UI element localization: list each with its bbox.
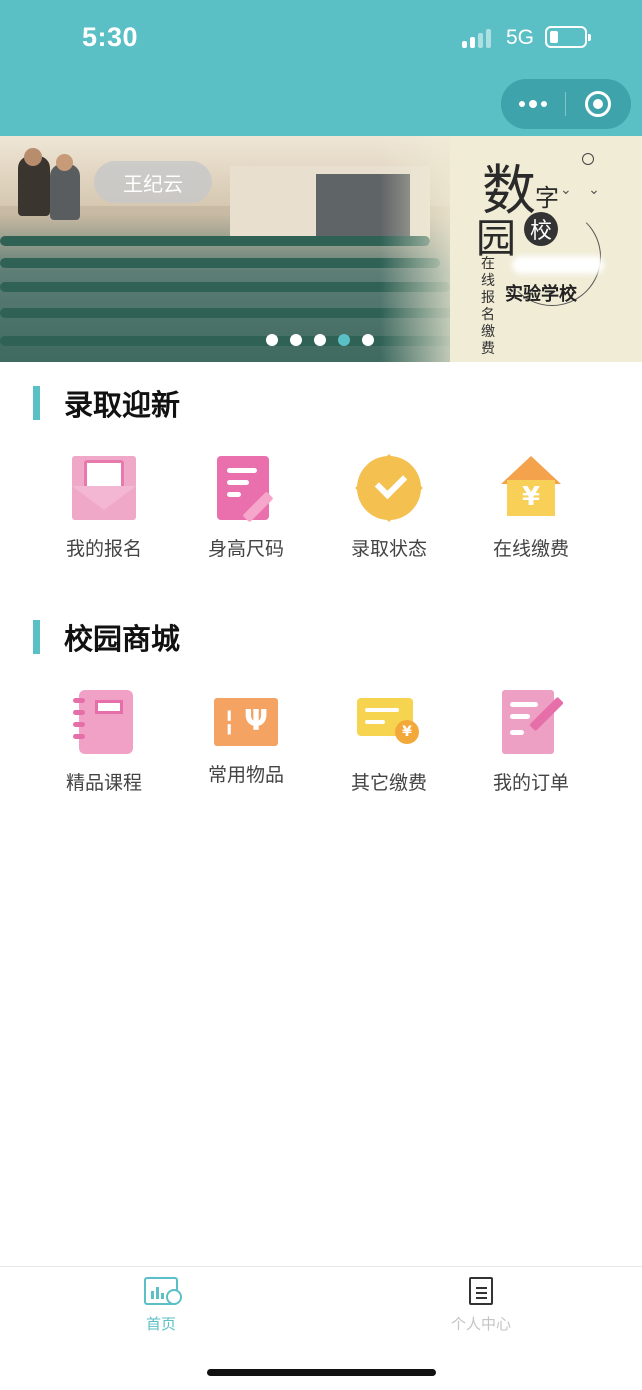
menu-item-label: 身高尺码 [207,538,284,560]
section-title-text: 校园商城 [64,622,181,656]
home-indicator [207,1369,436,1376]
house-yen-icon: ¥ [499,456,563,520]
name-tag: 王纪云 [94,161,212,203]
section-title-admission: 录取迎新 [33,386,180,422]
tab-profile-label: 个人中心 [450,1315,511,1333]
menu-item-common-items[interactable]: ¦ Ψ 常用物品 [175,690,317,787]
tab-home-label: 首页 [145,1315,176,1333]
carousel-dot-active[interactable] [338,334,350,346]
birds-decoration: ⌄ ⌄ [560,182,606,198]
menu-item-label: 精品课程 [65,772,142,794]
menu-item-online-payment[interactable]: ¥ 在线缴费 [460,456,602,561]
menu-item-label: 我的报名 [65,538,142,560]
banner-vertical-text: 在线报名缴费 [481,256,495,357]
menu-item-label: 常用物品 [207,764,284,786]
top-bar: 5:30 5G [0,0,642,136]
check-badge-icon [357,456,421,520]
edit-list-icon [502,690,564,754]
card-coin-icon: ¥ [357,690,421,754]
signal-icon [462,28,496,48]
close-miniprogram-icon[interactable] [585,91,611,117]
carousel-dot[interactable] [362,334,374,346]
section-accent-bar [33,386,40,420]
network-label: 5G [506,26,535,49]
more-icon[interactable] [501,79,565,129]
menu-item-label: 在线缴费 [492,538,569,560]
menu-item-label: 录取状态 [350,538,427,560]
battery-icon [545,26,591,48]
document-pen-icon [217,456,274,523]
carousel-dot[interactable] [266,334,278,346]
menu-item-premium-courses[interactable]: 精品课程 [33,690,175,795]
menu-item-label: 我的订单 [492,772,569,794]
carousel-indicator [266,334,374,346]
document-icon [469,1277,493,1305]
menu-item-label: 其它缴费 [350,772,427,794]
menu-item-height-size[interactable]: 身高尺码 [175,456,317,561]
tab-home[interactable]: 首页 [101,1277,221,1334]
tab-profile[interactable]: 个人中心 [421,1277,541,1334]
banner-school-name: 实验学校 [505,284,577,305]
carousel-dot[interactable] [314,334,326,346]
capsule-divider [565,92,566,116]
section-title-text: 录取迎新 [64,388,181,422]
cutlery-ticket-icon: ¦ Ψ [214,698,278,746]
status-time: 5:30 [82,22,139,52]
menu-item-my-orders[interactable]: 我的订单 [460,690,602,795]
menu-item-other-payments[interactable]: ¥ 其它缴费 [318,690,460,795]
menu-item-admission-status[interactable]: 录取状态 [318,456,460,561]
miniprogram-capsule [501,79,631,129]
section-title-mall: 校园商城 [33,620,180,656]
home-chart-icon [144,1277,182,1305]
menu-item-my-registration[interactable]: 我的报名 [33,456,175,561]
envelope-user-icon [72,456,136,520]
section-accent-bar [33,620,40,654]
blurred-region [512,256,604,274]
ring-decoration [582,153,594,165]
notebook-icon [73,690,133,754]
carousel-dot[interactable] [290,334,302,346]
